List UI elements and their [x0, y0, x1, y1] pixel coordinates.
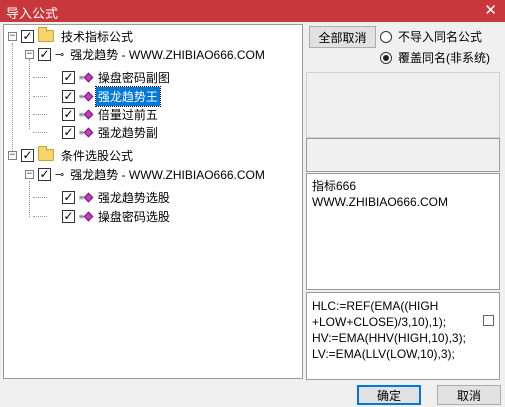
radio-no-import-duplicates[interactable]: 不导入同名公式 [380, 28, 482, 45]
checkbox[interactable]: ✓ [21, 29, 34, 43]
description-line: WWW.ZHIBIAO666.COM [312, 195, 449, 209]
tree-line [33, 197, 47, 198]
check-icon: ✓ [63, 190, 74, 204]
folder-icon [38, 146, 54, 161]
tree-line [29, 181, 30, 217]
tree-line [33, 96, 47, 97]
tree-node-label: 条件选股公式 [61, 148, 134, 163]
radio-label: 不导入同名公式 [398, 30, 483, 44]
tree-item-label: 操盘密码副图 [97, 70, 170, 85]
formula-icon: ≡ [79, 91, 94, 101]
formula-icon: ≡ [79, 211, 94, 221]
title-bar: 导入公式 ✕ [0, 0, 505, 22]
checkbox[interactable]: ✓ [21, 148, 34, 162]
formula-icon: ≡ [79, 127, 94, 137]
tree-node-stock-selection[interactable]: − ✓ 条件选股公式 [8, 146, 135, 164]
tree-item-formula[interactable]: ✓ ≡ 操盘密码副图 [62, 68, 172, 86]
collapse-icon[interactable]: − [25, 49, 34, 59]
tree-line [29, 59, 30, 129]
cancel-all-button[interactable]: 全部取消 [309, 26, 376, 48]
radio-label: 覆盖同名(非系统) [398, 51, 490, 65]
checkbox[interactable]: ✓ [62, 89, 75, 103]
tree-node-technical-indicators[interactable]: − ✓ 技术指标公式 [8, 27, 135, 45]
code-line: +LOW+CLOSE)/3,10),1); [312, 315, 447, 329]
check-icon: ✓ [63, 70, 74, 84]
formula-description: 指标666 WWW.ZHIBIAO666.COM [306, 173, 500, 290]
cancel-button[interactable]: 取消 [437, 385, 501, 405]
check-icon: ✓ [22, 29, 33, 43]
formula-icon: ≡ [79, 72, 94, 82]
tree-item-formula-selected[interactable]: ✓ ≡ 强龙趋势王 [62, 85, 161, 107]
code-line: HLC:=REF(EMA((HIGH [312, 299, 439, 313]
formula-tree[interactable]: − ✓ 技术指标公式 − ✓ ⊸ 强龙趋势 - WWW.ZHIBIAO666.C… [3, 24, 303, 379]
description-line: 指标666 [312, 179, 357, 193]
checkbox[interactable]: ✓ [38, 167, 51, 181]
ok-button[interactable]: 确定 [357, 385, 421, 405]
tree-line [12, 43, 13, 155]
tree-node-label: 技术指标公式 [61, 29, 134, 44]
checkbox[interactable]: ✓ [62, 107, 75, 121]
radio-overwrite-duplicates[interactable]: 覆盖同名(非系统) [380, 49, 490, 66]
tree-item-label: 强龙趋势王 [94, 85, 161, 107]
check-icon: ✓ [63, 107, 74, 121]
tree-item-label: 强龙趋势副 [97, 125, 158, 140]
tree-item-label: 强龙趋势选股 [97, 190, 170, 205]
check-icon: ✓ [63, 125, 74, 139]
key-icon: ⊸ [55, 168, 65, 181]
checkbox[interactable]: ✓ [62, 190, 75, 204]
check-icon: ✓ [63, 89, 74, 103]
info-panel [306, 138, 500, 172]
tree-line [33, 77, 47, 78]
tree-item-label: 操盘密码选股 [97, 209, 170, 224]
formula-code-preview[interactable]: HLC:=REF(EMA((HIGH +LOW+CLOSE)/3,10),1);… [306, 292, 500, 380]
checkbox[interactable]: ✓ [62, 70, 75, 84]
checkbox[interactable]: ✓ [38, 47, 51, 61]
checkbox[interactable]: ✓ [62, 125, 75, 139]
check-icon: ✓ [39, 47, 50, 61]
folder-icon [38, 27, 54, 42]
tree-line [33, 114, 47, 115]
tree-node-package[interactable]: − ✓ ⊸ 强龙趋势 - WWW.ZHIBIAO666.COM [25, 165, 267, 183]
code-line: HV:=EMA(HHV(HIGH,10),3); [312, 331, 466, 345]
tree-item-formula[interactable]: ✓ ≡ 强龙趋势选股 [62, 188, 172, 206]
tree-item-formula[interactable]: ✓ ≡ 强龙趋势副 [62, 123, 160, 141]
key-icon: ⊸ [55, 48, 65, 61]
collapse-icon[interactable]: − [8, 31, 17, 41]
options-area [306, 72, 500, 138]
check-icon: ✓ [63, 209, 74, 223]
radio-button[interactable] [380, 30, 392, 43]
tree-line [33, 132, 47, 133]
radio-button-selected[interactable] [380, 51, 392, 64]
tree-node-label: 强龙趋势 - WWW.ZHIBIAO666.COM [70, 47, 265, 62]
collapse-icon[interactable]: − [8, 150, 17, 160]
tree-line [33, 216, 47, 217]
formula-icon: ≡ [79, 192, 94, 202]
checkbox[interactable]: ✓ [62, 209, 75, 223]
window-title: 导入公式 [6, 6, 59, 21]
formula-icon: ≡ [79, 109, 94, 119]
scroll-checkbox-icon[interactable] [483, 315, 494, 326]
check-icon: ✓ [22, 148, 33, 162]
tree-item-formula[interactable]: ✓ ≡ 操盘密码选股 [62, 207, 172, 225]
collapse-icon[interactable]: − [25, 169, 34, 179]
tree-node-package[interactable]: − ✓ ⊸ 强龙趋势 - WWW.ZHIBIAO666.COM [25, 45, 267, 63]
tree-item-label: 倍量过前五 [97, 107, 158, 122]
close-icon[interactable]: ✕ [484, 1, 497, 19]
tree-item-formula[interactable]: ✓ ≡ 倍量过前五 [62, 105, 160, 123]
check-icon: ✓ [39, 167, 50, 181]
tree-node-label: 强龙趋势 - WWW.ZHIBIAO666.COM [70, 167, 265, 182]
code-line: LV:=EMA(LLV(LOW,10),3); [312, 347, 455, 361]
